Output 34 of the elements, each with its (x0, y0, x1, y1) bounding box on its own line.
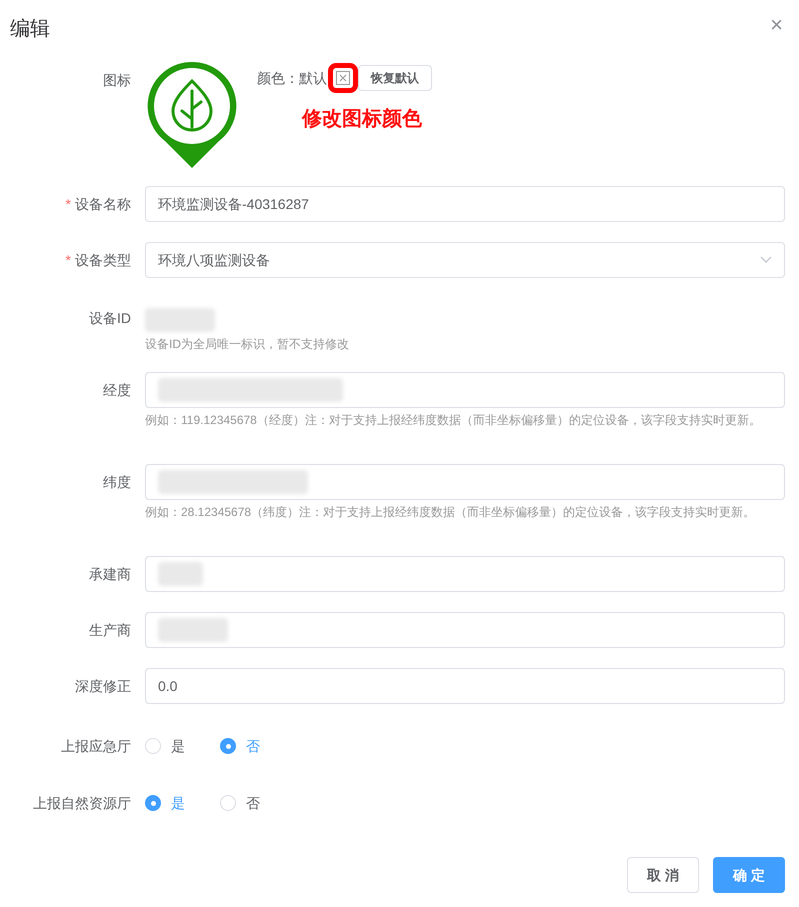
color-swatch[interactable] (328, 63, 358, 93)
input-field[interactable]: 0.0 (145, 668, 785, 704)
radio-option[interactable]: 是 (145, 736, 190, 756)
field-label: 上报应急厅 (61, 737, 131, 756)
annotation-text: 修改图标颜色 (302, 106, 423, 132)
field-label: 图标 (103, 71, 131, 90)
input-field[interactable] (145, 464, 785, 500)
field-label: 上报自然资源厅 (33, 794, 131, 813)
field-label: 设备名称 (75, 195, 131, 214)
field-label: 经度 (103, 381, 131, 400)
required-asterisk: * (66, 195, 71, 214)
input-field[interactable]: 环境监测设备-40316287 (145, 186, 785, 222)
field-hint: 例如：119.12345678（经度）注：对于支持上报经纬度数据（而非坐标偏移量）的定位设备，该字段支持实时更新。 (145, 412, 762, 428)
cancel-button[interactable]: 取 消 (627, 857, 699, 893)
field-label: 纬度 (103, 473, 131, 492)
input-field[interactable] (145, 556, 785, 592)
field-label: 深度修正 (75, 677, 131, 696)
field-label: 设备ID (89, 309, 131, 328)
field-hint: 例如：28.12345678（纬度）注：对于支持上报经纬度数据（而非坐标偏移量）的定位设备，该字段支持实时更新。 (145, 504, 756, 520)
field-label: 设备类型 (75, 251, 131, 270)
field-label: 生产商 (89, 621, 131, 640)
map-pin-leaf-icon (145, 59, 239, 171)
input-field[interactable] (145, 372, 785, 408)
reset-default-button[interactable]: 恢复默认 (358, 65, 432, 91)
dialog-title: 编辑 (10, 17, 50, 42)
field-label: 承建商 (89, 565, 131, 584)
chevron-down-icon (760, 256, 772, 264)
select-field[interactable]: 环境八项监测设备 (145, 242, 785, 278)
input-field[interactable] (145, 612, 785, 648)
radio-option[interactable]: 否 (220, 792, 265, 814)
required-asterisk: * (66, 251, 71, 270)
field-hint: 设备ID为全局唯一标识，暂不支持修改 (145, 336, 350, 352)
close-button[interactable]: × (770, 14, 783, 36)
color-label: 颜色：默认 (257, 68, 327, 88)
